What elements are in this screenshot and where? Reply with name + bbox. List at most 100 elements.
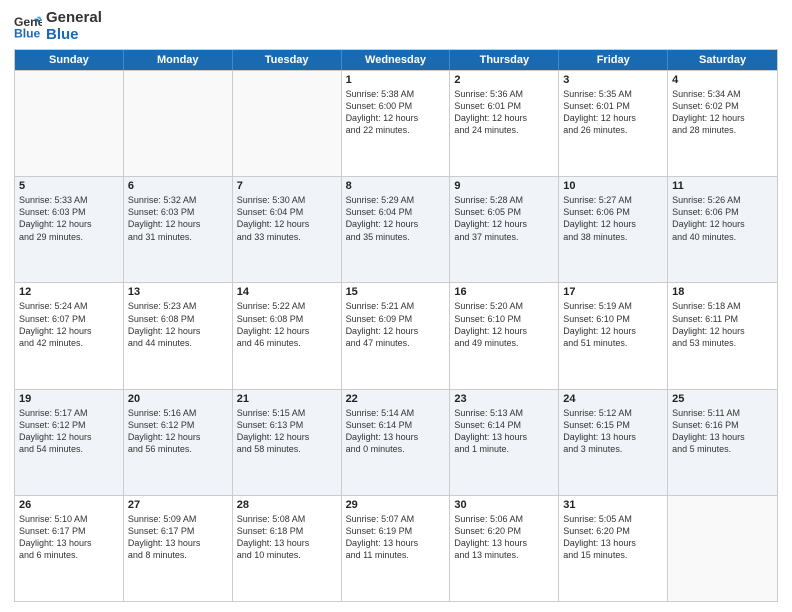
day-number: 23: [454, 393, 554, 405]
page: General Blue General Blue SundayMondayTu…: [0, 0, 792, 612]
day-number: 4: [672, 74, 773, 86]
header: General Blue General Blue: [14, 10, 778, 43]
day-number: 16: [454, 286, 554, 298]
cell-info: Sunrise: 5:08 AM Sunset: 6:18 PM Dayligh…: [237, 513, 337, 562]
day-number: 18: [672, 286, 773, 298]
day-number: 25: [672, 393, 773, 405]
cell-info: Sunrise: 5:28 AM Sunset: 6:05 PM Dayligh…: [454, 194, 554, 243]
day-number: 31: [563, 499, 663, 511]
calendar-cell-27: 27 Sunrise: 5:09 AM Sunset: 6:17 PM Dayli…: [124, 496, 233, 601]
calendar-row-0: 1 Sunrise: 5:38 AM Sunset: 6:00 PM Daylig…: [15, 70, 777, 176]
calendar-cell-28: 28 Sunrise: 5:08 AM Sunset: 6:18 PM Dayli…: [233, 496, 342, 601]
calendar-cell-12: 12Sunrise: 5:24 AM Sunset: 6:07 PM Dayli…: [15, 283, 124, 388]
day-number: 13: [128, 286, 228, 298]
calendar-cell-20: 20 Sunrise: 5:16 AM Sunset: 6:12 PM Dayli…: [124, 390, 233, 495]
day-number: 7: [237, 180, 337, 192]
calendar-cell-16: 16 Sunrise: 5:20 AM Sunset: 6:10 PM Dayli…: [450, 283, 559, 388]
cell-info: Sunrise: 5:10 AM Sunset: 6:17 PM Dayligh…: [19, 513, 119, 562]
cell-info: Sunrise: 5:29 AM Sunset: 6:04 PM Dayligh…: [346, 194, 446, 243]
header-cell-wednesday: Wednesday: [342, 50, 451, 70]
cell-info: Sunrise: 5:12 AM Sunset: 6:15 PM Dayligh…: [563, 407, 663, 456]
calendar-cell-24: 24 Sunrise: 5:12 AM Sunset: 6:15 PM Dayli…: [559, 390, 668, 495]
logo-text-blue: Blue: [46, 27, 102, 44]
calendar-cell-15: 15Sunrise: 5:21 AM Sunset: 6:09 PM Dayli…: [342, 283, 451, 388]
calendar-cell-6: 6Sunrise: 5:32 AM Sunset: 6:03 PM Daylig…: [124, 177, 233, 282]
calendar-row-3: 19 Sunrise: 5:17 AM Sunset: 6:12 PM Dayli…: [15, 389, 777, 495]
calendar-cell-1: 1 Sunrise: 5:38 AM Sunset: 6:00 PM Daylig…: [342, 71, 451, 176]
calendar-cell-10: 10 Sunrise: 5:27 AM Sunset: 6:06 PM Dayli…: [559, 177, 668, 282]
day-number: 15: [346, 286, 446, 298]
day-number: 5: [19, 180, 119, 192]
svg-text:Blue: Blue: [14, 26, 41, 40]
cell-info: Sunrise: 5:23 AM Sunset: 6:08 PM Dayligh…: [128, 300, 228, 349]
day-number: 10: [563, 180, 663, 192]
calendar-cell-23: 23 Sunrise: 5:13 AM Sunset: 6:14 PM Dayli…: [450, 390, 559, 495]
cell-info: Sunrise: 5:38 AM Sunset: 6:00 PM Dayligh…: [346, 88, 446, 137]
cell-info: Sunrise: 5:19 AM Sunset: 6:10 PM Dayligh…: [563, 300, 663, 349]
cell-info: Sunrise: 5:18 AM Sunset: 6:11 PM Dayligh…: [672, 300, 773, 349]
day-number: 12: [19, 286, 119, 298]
calendar-row-4: 26 Sunrise: 5:10 AM Sunset: 6:17 PM Dayli…: [15, 495, 777, 601]
calendar-cell-5: 5 Sunrise: 5:33 AM Sunset: 6:03 PM Daylig…: [15, 177, 124, 282]
calendar-cell-2: 2Sunrise: 5:36 AM Sunset: 6:01 PM Daylig…: [450, 71, 559, 176]
cell-info: Sunrise: 5:16 AM Sunset: 6:12 PM Dayligh…: [128, 407, 228, 456]
cell-info: Sunrise: 5:34 AM Sunset: 6:02 PM Dayligh…: [672, 88, 773, 137]
calendar-row-2: 12Sunrise: 5:24 AM Sunset: 6:07 PM Dayli…: [15, 282, 777, 388]
cell-info: Sunrise: 5:17 AM Sunset: 6:12 PM Dayligh…: [19, 407, 119, 456]
day-number: 24: [563, 393, 663, 405]
cell-info: Sunrise: 5:06 AM Sunset: 6:20 PM Dayligh…: [454, 513, 554, 562]
day-number: 2: [454, 74, 554, 86]
logo: General Blue General Blue: [14, 10, 102, 43]
cell-info: Sunrise: 5:33 AM Sunset: 6:03 PM Dayligh…: [19, 194, 119, 243]
day-number: 29: [346, 499, 446, 511]
header-cell-friday: Friday: [559, 50, 668, 70]
header-cell-monday: Monday: [124, 50, 233, 70]
day-number: 19: [19, 393, 119, 405]
cell-info: Sunrise: 5:13 AM Sunset: 6:14 PM Dayligh…: [454, 407, 554, 456]
calendar-cell-empty-4-6: [668, 496, 777, 601]
calendar-cell-29: 29Sunrise: 5:07 AM Sunset: 6:19 PM Dayli…: [342, 496, 451, 601]
calendar: SundayMondayTuesdayWednesdayThursdayFrid…: [14, 49, 778, 602]
calendar-cell-9: 9 Sunrise: 5:28 AM Sunset: 6:05 PM Daylig…: [450, 177, 559, 282]
calendar-cell-31: 31 Sunrise: 5:05 AM Sunset: 6:20 PM Dayli…: [559, 496, 668, 601]
day-number: 6: [128, 180, 228, 192]
cell-info: Sunrise: 5:22 AM Sunset: 6:08 PM Dayligh…: [237, 300, 337, 349]
calendar-cell-empty-0-2: [233, 71, 342, 176]
cell-info: Sunrise: 5:09 AM Sunset: 6:17 PM Dayligh…: [128, 513, 228, 562]
calendar-cell-17: 17Sunrise: 5:19 AM Sunset: 6:10 PM Dayli…: [559, 283, 668, 388]
cell-info: Sunrise: 5:14 AM Sunset: 6:14 PM Dayligh…: [346, 407, 446, 456]
calendar-cell-8: 8Sunrise: 5:29 AM Sunset: 6:04 PM Daylig…: [342, 177, 451, 282]
cell-info: Sunrise: 5:27 AM Sunset: 6:06 PM Dayligh…: [563, 194, 663, 243]
cell-info: Sunrise: 5:20 AM Sunset: 6:10 PM Dayligh…: [454, 300, 554, 349]
calendar-cell-21: 21Sunrise: 5:15 AM Sunset: 6:13 PM Dayli…: [233, 390, 342, 495]
cell-info: Sunrise: 5:05 AM Sunset: 6:20 PM Dayligh…: [563, 513, 663, 562]
logo-text-general: General: [46, 10, 102, 27]
calendar-cell-25: 25 Sunrise: 5:11 AM Sunset: 6:16 PM Dayli…: [668, 390, 777, 495]
day-number: 9: [454, 180, 554, 192]
cell-info: Sunrise: 5:11 AM Sunset: 6:16 PM Dayligh…: [672, 407, 773, 456]
calendar-cell-19: 19 Sunrise: 5:17 AM Sunset: 6:12 PM Dayli…: [15, 390, 124, 495]
calendar-row-1: 5 Sunrise: 5:33 AM Sunset: 6:03 PM Daylig…: [15, 176, 777, 282]
calendar-cell-11: 11Sunrise: 5:26 AM Sunset: 6:06 PM Dayli…: [668, 177, 777, 282]
calendar-cell-18: 18 Sunrise: 5:18 AM Sunset: 6:11 PM Dayli…: [668, 283, 777, 388]
day-number: 30: [454, 499, 554, 511]
day-number: 11: [672, 180, 773, 192]
day-number: 27: [128, 499, 228, 511]
day-number: 20: [128, 393, 228, 405]
cell-info: Sunrise: 5:35 AM Sunset: 6:01 PM Dayligh…: [563, 88, 663, 137]
logo-icon: General Blue: [14, 13, 42, 41]
calendar-cell-22: 22Sunrise: 5:14 AM Sunset: 6:14 PM Dayli…: [342, 390, 451, 495]
day-number: 28: [237, 499, 337, 511]
header-cell-tuesday: Tuesday: [233, 50, 342, 70]
calendar-cell-30: 30 Sunrise: 5:06 AM Sunset: 6:20 PM Dayli…: [450, 496, 559, 601]
calendar-body: 1 Sunrise: 5:38 AM Sunset: 6:00 PM Daylig…: [15, 70, 777, 601]
calendar-cell-14: 14Sunrise: 5:22 AM Sunset: 6:08 PM Dayli…: [233, 283, 342, 388]
calendar-cell-empty-0-0: [15, 71, 124, 176]
day-number: 26: [19, 499, 119, 511]
calendar-cell-7: 7 Sunrise: 5:30 AM Sunset: 6:04 PM Daylig…: [233, 177, 342, 282]
day-number: 1: [346, 74, 446, 86]
cell-info: Sunrise: 5:30 AM Sunset: 6:04 PM Dayligh…: [237, 194, 337, 243]
day-number: 3: [563, 74, 663, 86]
calendar-cell-26: 26 Sunrise: 5:10 AM Sunset: 6:17 PM Dayli…: [15, 496, 124, 601]
calendar-cell-3: 3 Sunrise: 5:35 AM Sunset: 6:01 PM Daylig…: [559, 71, 668, 176]
